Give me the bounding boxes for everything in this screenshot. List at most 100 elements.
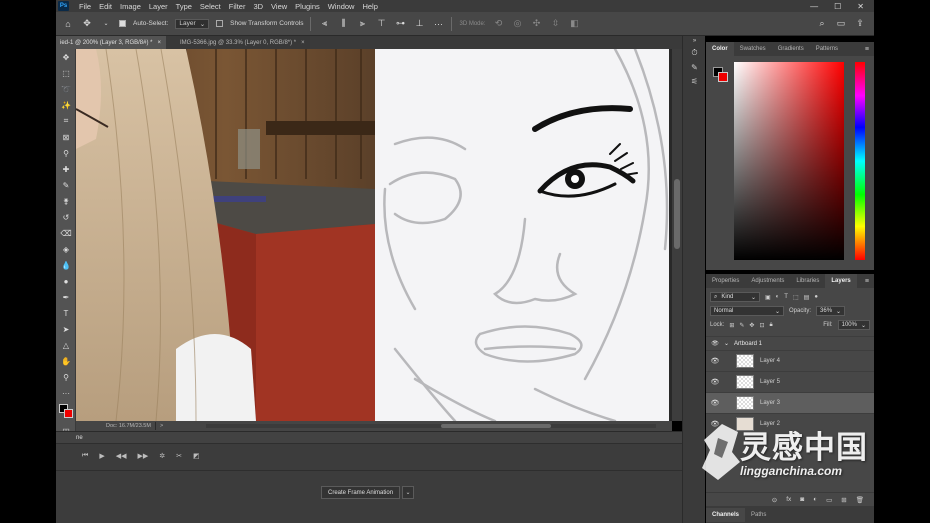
healing-brush-tool-icon[interactable]: ✚ — [56, 161, 76, 177]
show-transform-checkbox[interactable] — [216, 20, 224, 27]
menu-filter[interactable]: Filter — [225, 2, 250, 11]
lasso-tool-icon[interactable]: ➰ — [56, 81, 76, 97]
timeline-tab[interactable]: ne — [76, 435, 83, 441]
create-frame-animation-button[interactable]: Create Frame Animation — [321, 486, 401, 499]
chevron-down-icon[interactable]: ⌄ — [100, 20, 112, 27]
menu-layer[interactable]: Layer — [145, 2, 172, 11]
adjustments-icon[interactable]: ⚟ — [683, 74, 706, 88]
align-top-icon[interactable]: ⊤ — [375, 18, 387, 29]
lock-transparent-icon[interactable]: ⊞ — [729, 322, 734, 329]
menu-view[interactable]: View — [267, 2, 291, 11]
close-icon[interactable]: × — [157, 40, 161, 46]
path-selection-tool-icon[interactable]: ➤ — [56, 321, 76, 337]
tab-layers[interactable]: Layers — [825, 274, 857, 288]
new-layer-icon[interactable]: ⊞ — [841, 496, 846, 504]
prev-frame-icon[interactable]: ◀◀ — [116, 452, 127, 460]
visibility-eye-icon[interactable]: 👁︎ — [706, 357, 724, 365]
filter-smart-object-icon[interactable]: ▤ — [804, 294, 810, 301]
layer-row-selected[interactable]: 👁︎ Layer 3 — [706, 392, 874, 413]
lock-pixels-icon[interactable]: ✎ — [739, 322, 744, 329]
eyedropper-tool-icon[interactable]: ⚲ — [56, 145, 76, 161]
horizontal-scrollbar[interactable] — [206, 424, 656, 428]
tab-document-1[interactable]: ied-1 @ 200% (Layer 3, RGB/8#) * × — [56, 36, 166, 49]
close-icon[interactable]: × — [301, 40, 305, 46]
visibility-eye-icon[interactable]: 👁︎ — [706, 420, 724, 428]
add-mask-icon[interactable]: ◙ — [800, 496, 804, 503]
eraser-tool-icon[interactable]: ⌫ — [56, 225, 76, 241]
fill-input[interactable]: 100% ⌄ — [837, 320, 870, 330]
shape-tool-icon[interactable]: △ — [56, 337, 76, 353]
link-layers-icon[interactable]: ⊝ — [772, 496, 777, 504]
tab-adjustments[interactable]: Adjustments — [745, 274, 790, 288]
align-left-icon[interactable]: ⫷ — [318, 18, 330, 29]
visibility-eye-icon[interactable]: 👁︎ — [706, 378, 724, 386]
tab-libraries[interactable]: Libraries — [790, 274, 825, 288]
tab-paths[interactable]: Paths — [745, 508, 772, 522]
type-tool-icon[interactable]: T — [56, 305, 76, 321]
background-color-swatch[interactable] — [718, 72, 728, 82]
scroll-thumb[interactable] — [674, 179, 680, 249]
history-brush-tool-icon[interactable]: ↺ — [56, 209, 76, 225]
menu-type[interactable]: Type — [172, 2, 196, 11]
scroll-thumb[interactable] — [441, 424, 551, 428]
first-frame-icon[interactable]: ⏮ — [82, 452, 88, 460]
marquee-tool-icon[interactable]: ⬚ — [56, 65, 76, 81]
menu-edit[interactable]: Edit — [95, 2, 116, 11]
layer-row[interactable]: 👁︎ Layer 5 — [706, 371, 874, 392]
tab-document-2[interactable]: IMG-5366.jpg @ 33.3% (Layer 0, RGB/8*) *… — [165, 36, 310, 49]
paint-bucket-tool-icon[interactable]: ◈ — [56, 241, 76, 257]
visibility-eye-icon[interactable]: 👁︎ — [706, 340, 724, 347]
vertical-scrollbar[interactable] — [672, 49, 682, 421]
align-right-icon[interactable]: ⫸ — [356, 18, 368, 29]
move-tool-icon[interactable]: ✥ — [81, 18, 93, 29]
minimize-button[interactable]: — — [810, 2, 818, 11]
collapse-icon[interactable]: » — [683, 36, 706, 46]
menu-plugins[interactable]: Plugins — [291, 2, 324, 11]
adjustment-layer-icon[interactable]: ◐ — [813, 496, 817, 503]
filter-type-icon[interactable]: T — [784, 294, 788, 300]
tab-color[interactable]: Color — [706, 42, 734, 56]
history-icon[interactable]: ⏱ — [683, 46, 706, 60]
blend-mode-dropdown[interactable]: Normal ⌄ — [710, 306, 784, 316]
brush-settings-icon[interactable]: ✎ — [683, 60, 706, 74]
color-swatches-icon[interactable] — [56, 401, 76, 423]
3d-rotate-icon[interactable]: ⟲ — [493, 18, 505, 29]
new-group-icon[interactable]: ▭ — [826, 496, 832, 504]
color-picker-field[interactable] — [734, 62, 844, 260]
sketch-canvas[interactable] — [375, 49, 669, 421]
zoom-tool-icon[interactable]: ⚲ — [56, 369, 76, 385]
menu-window[interactable]: Window — [324, 2, 359, 11]
menu-image[interactable]: Image — [116, 2, 145, 11]
layer-row[interactable]: 👁︎ Layer 2 — [706, 413, 874, 434]
panel-menu-icon[interactable]: ≡ — [865, 278, 874, 285]
settings-icon[interactable]: ✲ — [159, 452, 165, 460]
hand-tool-icon[interactable]: ✋ — [56, 353, 76, 369]
pen-tool-icon[interactable]: ✒ — [56, 289, 76, 305]
more-options-icon[interactable]: ··· — [432, 19, 444, 29]
brush-tool-icon[interactable]: ✎ — [56, 177, 76, 193]
dodge-tool-icon[interactable]: ● — [56, 273, 76, 289]
status-arrow[interactable]: > — [160, 423, 163, 429]
filter-pixel-icon[interactable]: ▣ — [765, 294, 771, 301]
align-bottom-icon[interactable]: ⊥ — [413, 18, 425, 29]
menu-file[interactable]: File — [75, 2, 95, 11]
tab-patterns[interactable]: Patterns — [810, 42, 844, 56]
disclosure-chevron-icon[interactable]: ⌄ — [724, 340, 734, 347]
lock-artboard-icon[interactable]: ⊡ — [759, 322, 764, 329]
clone-stamp-tool-icon[interactable]: ⚵ — [56, 193, 76, 209]
lock-position-icon[interactable]: ✥ — [749, 322, 754, 329]
tab-properties[interactable]: Properties — [706, 274, 745, 288]
next-frame-icon[interactable]: ▶▶ — [137, 452, 148, 460]
more-tools-icon[interactable]: ··· — [56, 385, 76, 401]
opacity-input[interactable]: 36% ⌄ — [816, 306, 846, 316]
frame-tool-icon[interactable]: ⊠ — [56, 129, 76, 145]
layer-filter-dropdown[interactable]: ⌕ Kind ⌄ — [710, 292, 760, 302]
canvas-area[interactable] — [76, 49, 672, 421]
3d-pan-icon[interactable]: ✣ — [531, 18, 543, 29]
artboard-row[interactable]: 👁︎ ⌄ Artboard 1 — [706, 336, 874, 350]
hue-slider[interactable] — [855, 62, 865, 260]
auto-select-checkbox[interactable] — [119, 20, 126, 27]
auto-select-target-dropdown[interactable]: Layer ⌄ — [175, 18, 210, 29]
workspace-icon[interactable]: ▭ — [835, 18, 847, 29]
maximize-button[interactable]: ☐ — [834, 2, 841, 11]
